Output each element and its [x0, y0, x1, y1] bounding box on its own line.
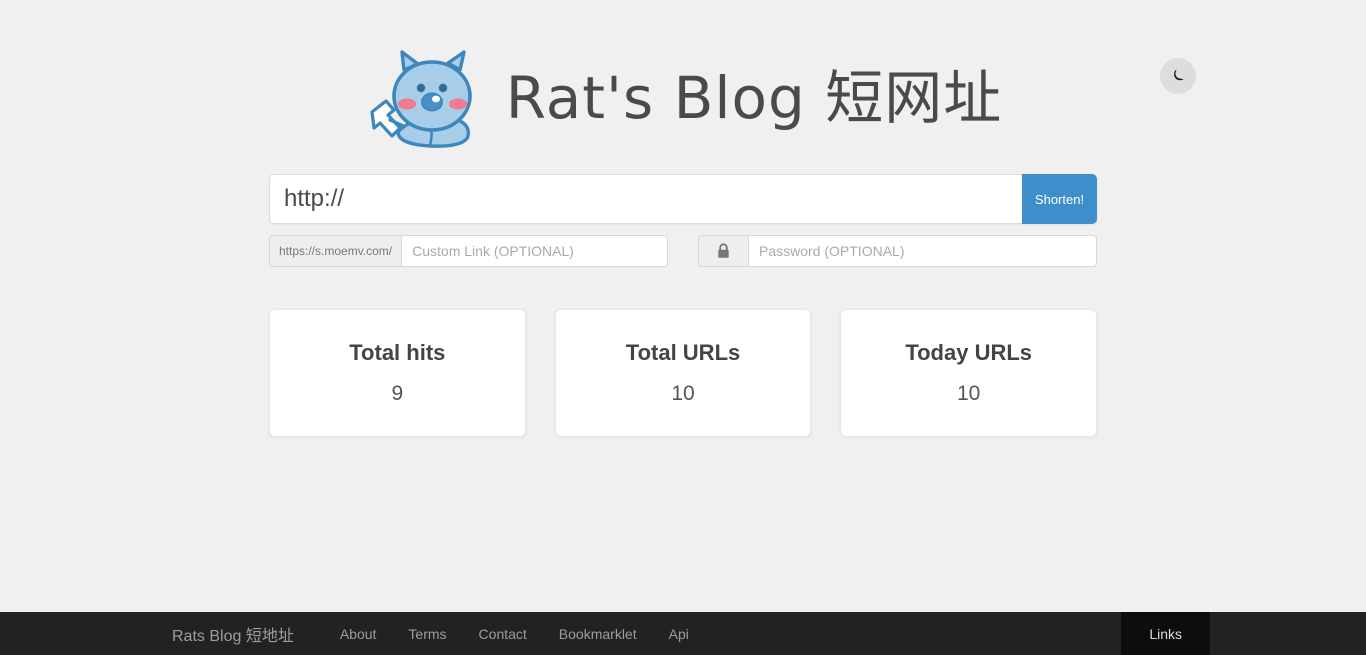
- optional-fields-row: https://s.moemv.com/: [269, 235, 1097, 267]
- dark-mode-toggle[interactable]: [1160, 58, 1196, 94]
- url-input-row: Shorten!: [269, 174, 1097, 224]
- stats-row: Total hits 9 Total URLs 10 Today URLs 10: [269, 309, 1098, 437]
- custom-link-input[interactable]: [401, 235, 668, 267]
- page-content: Rat's Blog 短网址 Shorten! https://s.moemv.…: [0, 0, 1366, 437]
- footer-links-tab[interactable]: Links: [1121, 612, 1210, 655]
- footer-link-terms[interactable]: Terms: [392, 626, 462, 642]
- page-title: Rat's Blog 短网址: [505, 64, 1003, 132]
- stat-title: Today URLs: [905, 340, 1033, 365]
- stat-card-total-urls: Total URLs 10: [554, 309, 812, 437]
- footer-right-area: Links: [1121, 612, 1210, 655]
- stat-card-today-urls: Today URLs 10: [840, 309, 1098, 437]
- footer-link-contact[interactable]: Contact: [463, 626, 543, 642]
- custom-link-group: https://s.moemv.com/: [269, 235, 668, 267]
- site-header: Rat's Blog 短网址: [0, 44, 1366, 156]
- footer-link-about[interactable]: About: [324, 626, 393, 642]
- url-input[interactable]: [269, 174, 1022, 224]
- stat-value: 9: [391, 382, 404, 405]
- footer: Rats Blog 短地址 About Terms Contact Bookma…: [0, 612, 1366, 655]
- stat-card-total-hits: Total hits 9: [269, 309, 526, 437]
- password-group: [698, 235, 1097, 267]
- footer-brand-link[interactable]: Rats Blog 短地址: [172, 622, 294, 646]
- shorten-form: Shorten! https://s.moemv.com/: [269, 174, 1097, 267]
- custom-link-prefix: https://s.moemv.com/: [269, 235, 402, 267]
- password-input[interactable]: [748, 235, 1097, 267]
- footer-link-bookmarklet[interactable]: Bookmarklet: [543, 626, 653, 642]
- stat-value: 10: [671, 382, 695, 405]
- stat-title: Total URLs: [625, 340, 741, 365]
- footer-link-api[interactable]: Api: [653, 626, 705, 642]
- lock-icon: [698, 235, 748, 267]
- rat-mascot-logo: [364, 48, 492, 152]
- stat-value: 10: [957, 382, 981, 405]
- moon-icon: [1170, 68, 1186, 84]
- stat-title: Total hits: [349, 340, 446, 365]
- shorten-button[interactable]: Shorten!: [1022, 174, 1097, 224]
